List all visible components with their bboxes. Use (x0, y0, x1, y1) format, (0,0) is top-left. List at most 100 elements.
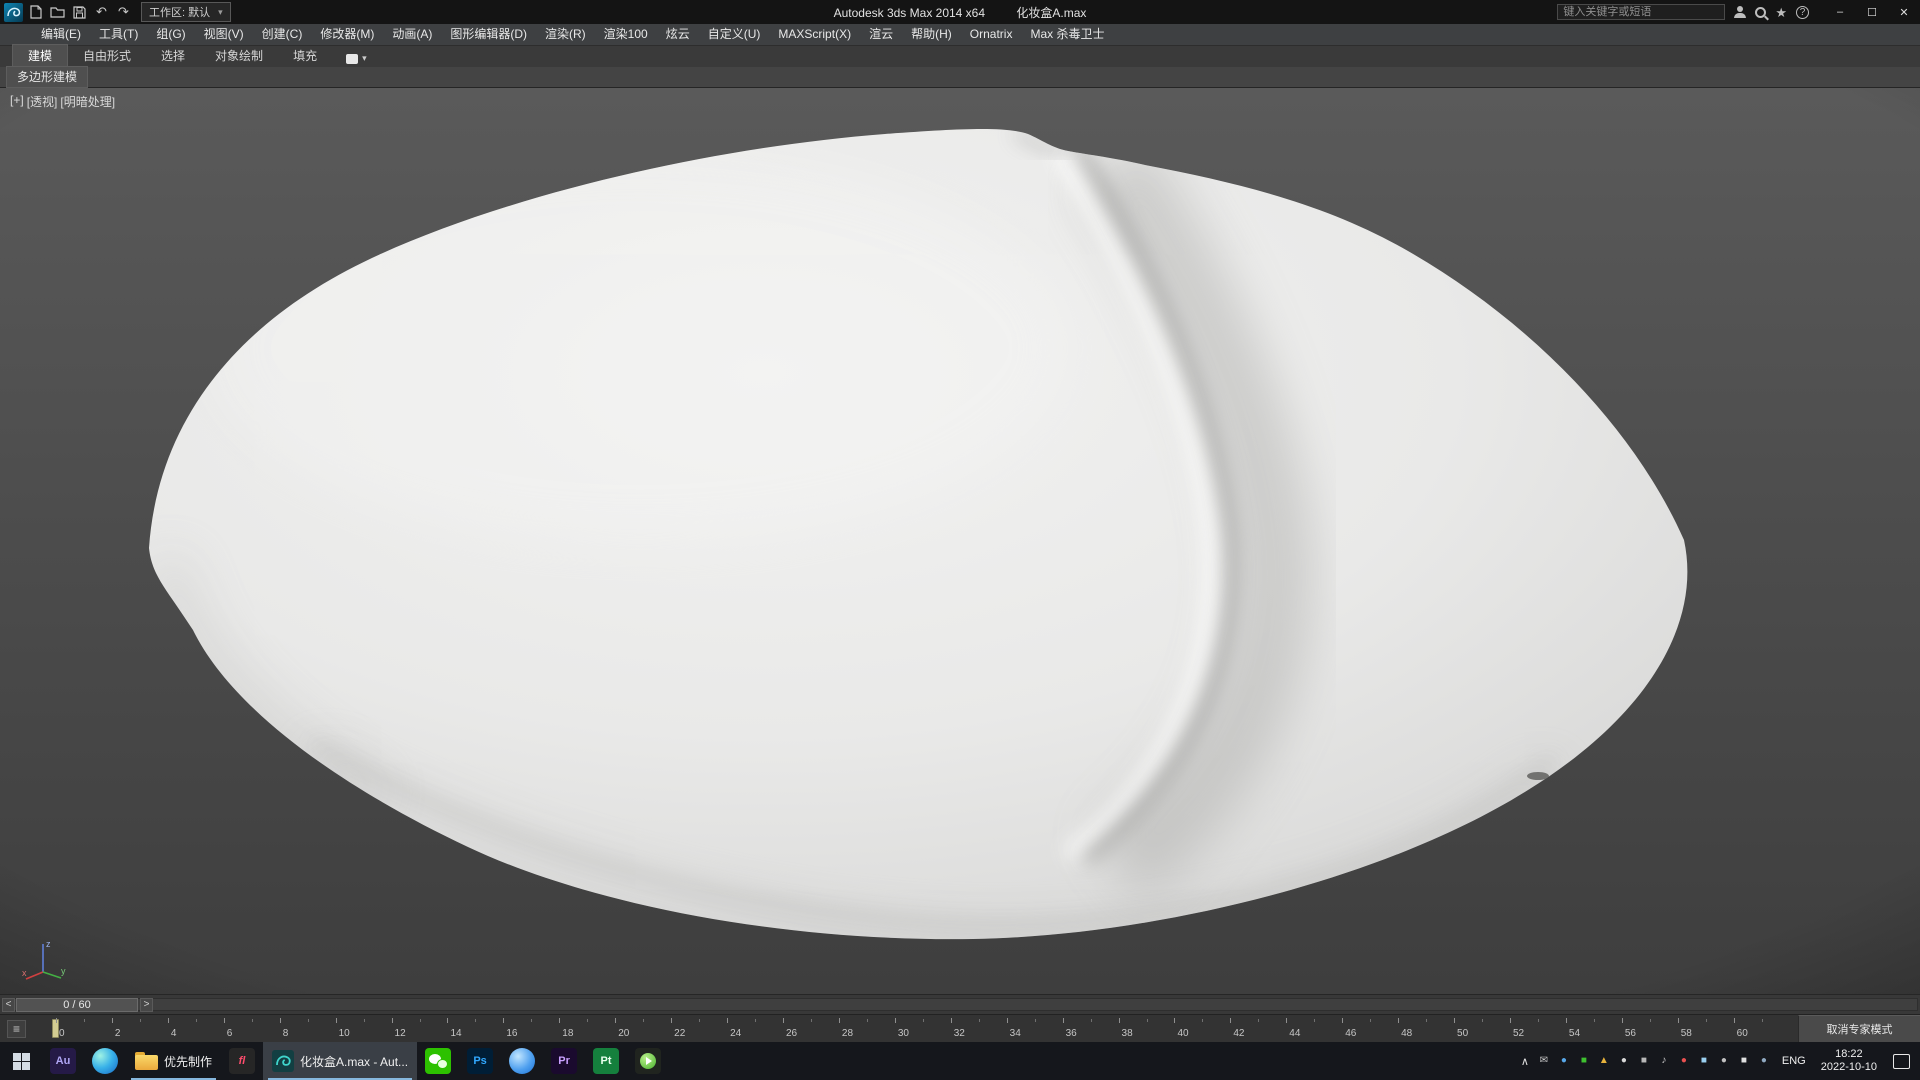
major-tick-mark (1174, 1018, 1175, 1023)
menu-item[interactable]: 渲染(R) (536, 24, 595, 45)
menu-item[interactable]: 组(G) (147, 24, 194, 45)
taskbar-app-blue-circle[interactable] (501, 1042, 543, 1080)
polygon-modeling-panel-tab[interactable]: 多边形建模 (6, 66, 88, 88)
menu-item[interactable]: 帮助(H) (902, 24, 961, 45)
ribbon-panel-bar: 多边形建模 (0, 67, 1920, 88)
timeline-ruler[interactable]: 0 2 4 6 8 10 (0, 1015, 1790, 1042)
tray-icon[interactable]: ■ (1577, 1054, 1591, 1068)
taskbar-app-premiere[interactable]: Pr (543, 1042, 585, 1080)
menu-item[interactable]: 渲云 (860, 24, 902, 45)
tray-icon[interactable]: ■ (1737, 1054, 1751, 1068)
tray-icon[interactable]: ♪ (1657, 1054, 1671, 1068)
tray-icon[interactable]: ✉ (1537, 1054, 1551, 1068)
quick-access-toolbar: ↶ ↷ (28, 5, 131, 20)
time-slider-track[interactable] (2, 998, 1918, 1011)
tray-icon[interactable]: ● (1717, 1054, 1731, 1068)
minor-tick-mark (1538, 1019, 1539, 1022)
viewport-canvas[interactable] (0, 88, 1920, 994)
taskbar-app-wechat[interactable] (417, 1042, 459, 1080)
menu-item[interactable]: 动画(A) (383, 24, 441, 45)
time-slider-handle[interactable]: 0 / 60 (16, 998, 138, 1012)
taskbar-app-edge[interactable] (84, 1042, 126, 1080)
menu-item[interactable]: 渲染100 (595, 24, 657, 45)
sign-in-icon[interactable] (1734, 6, 1746, 18)
play-icon (640, 1053, 656, 1069)
start-button[interactable] (0, 1042, 42, 1080)
taskbar-app-audition[interactable]: Au (42, 1042, 84, 1080)
tray-icon[interactable]: ● (1557, 1054, 1571, 1068)
titlebar-right: ★ ? – ☐ ✕ (1557, 0, 1920, 24)
ribbon-tab[interactable]: 对象绘制 (200, 45, 278, 67)
major-tick-mark (1286, 1018, 1287, 1023)
major-tick-mark (447, 1018, 448, 1023)
viewport-label-segment[interactable]: [透视] (26, 93, 59, 110)
tray-icon[interactable]: ■ (1697, 1054, 1711, 1068)
ribbon-tab[interactable]: 建模 (12, 44, 68, 67)
cancel-expert-mode-button[interactable]: 取消专家模式 (1798, 1015, 1920, 1042)
major-tick-mark (224, 1018, 225, 1023)
menu-item[interactable]: 创建(C) (253, 24, 312, 45)
menu-item[interactable]: Ornatrix (961, 24, 1022, 45)
tray-icon[interactable]: ■ (1637, 1054, 1651, 1068)
tick-label: 38 (1122, 1028, 1133, 1039)
new-scene-icon[interactable] (28, 5, 43, 20)
tick-label: 18 (562, 1028, 573, 1039)
save-file-icon[interactable] (72, 5, 87, 20)
favorites-star-icon[interactable]: ★ (1775, 6, 1787, 19)
timeline-tick: 52 (1510, 1015, 1566, 1042)
taskbar-app-camtasia[interactable] (627, 1042, 669, 1080)
next-frame-button[interactable]: > (140, 998, 153, 1012)
timeline-tick: 0 (56, 1015, 112, 1042)
input-language-indicator[interactable]: ENG (1779, 1055, 1809, 1067)
taskbar-window-folder[interactable]: 优先制作 (126, 1042, 221, 1080)
viewport-label-segment[interactable]: [明暗处理] (59, 93, 116, 110)
menu-item[interactable]: 工具(T) (90, 24, 147, 45)
3dsmax-app-button[interactable] (4, 3, 23, 22)
undo-icon[interactable]: ↶ (94, 5, 109, 20)
ribbon-tab[interactable]: 填充 (278, 45, 332, 67)
chevron-up-icon[interactable]: ∧ (1521, 1055, 1529, 1068)
taskbar-app-pt[interactable]: Pt (585, 1042, 627, 1080)
open-file-icon[interactable] (50, 5, 65, 20)
maximize-button[interactable]: ☐ (1856, 0, 1888, 24)
menu-item[interactable]: 炫云 (657, 24, 699, 45)
redo-icon[interactable]: ↷ (116, 5, 131, 20)
track-bar: ≡ 0 2 4 6 8 (0, 1014, 1920, 1042)
major-tick-mark (951, 1018, 952, 1023)
ribbon-tab[interactable]: 自由形式 (68, 45, 146, 67)
minor-tick-mark (867, 1019, 868, 1022)
taskbar-clock[interactable]: 18:22 2022-10-10 (1817, 1048, 1881, 1074)
search-icon[interactable] (1755, 7, 1766, 18)
menu-item[interactable]: 图形编辑器(D) (441, 24, 536, 45)
taskbar-app-fl[interactable]: fl (221, 1042, 263, 1080)
search-input[interactable] (1557, 4, 1725, 20)
minor-tick-mark (1258, 1019, 1259, 1022)
menu-item[interactable]: 自定义(U) (699, 24, 770, 45)
timeline-tick: 54 (1566, 1015, 1622, 1042)
action-center-icon[interactable] (1893, 1054, 1910, 1069)
ribbon-tab[interactable]: 选择 (146, 45, 200, 67)
tray-icon[interactable]: ● (1617, 1054, 1631, 1068)
minor-tick-mark (1650, 1019, 1651, 1022)
menu-item[interactable]: 编辑(E) (32, 24, 90, 45)
previous-frame-button[interactable]: < (2, 998, 15, 1012)
close-button[interactable]: ✕ (1888, 0, 1920, 24)
taskbar-window-3dsmax[interactable]: 化妆盒A.max - Aut... (263, 1042, 417, 1080)
workspace-selector[interactable]: 工作区: 默认 ▾ (141, 2, 231, 22)
tray-icon[interactable]: ▲ (1597, 1054, 1611, 1068)
menu-item[interactable]: 修改器(M) (311, 24, 383, 45)
svg-text:z: z (46, 939, 51, 949)
menu-item[interactable]: MAXScript(X) (769, 24, 860, 45)
menu-item[interactable]: Max 杀毒卫士 (1021, 24, 1113, 45)
major-tick-mark (615, 1018, 616, 1023)
ribbon-config-button[interactable]: ▾ (346, 53, 367, 67)
tray-icon[interactable]: ● (1677, 1054, 1691, 1068)
tray-icon[interactable]: ● (1757, 1054, 1771, 1068)
viewport-label-segment[interactable]: [+] (9, 93, 25, 110)
taskbar-app-photoshop[interactable]: Ps (459, 1042, 501, 1080)
help-icon[interactable]: ? (1796, 6, 1809, 19)
perspective-viewport[interactable]: [+][透视][明暗处理] z x y (0, 88, 1920, 994)
minimize-button[interactable]: – (1824, 0, 1856, 24)
tick-label: 16 (506, 1028, 517, 1039)
menu-item[interactable]: 视图(V) (195, 24, 253, 45)
